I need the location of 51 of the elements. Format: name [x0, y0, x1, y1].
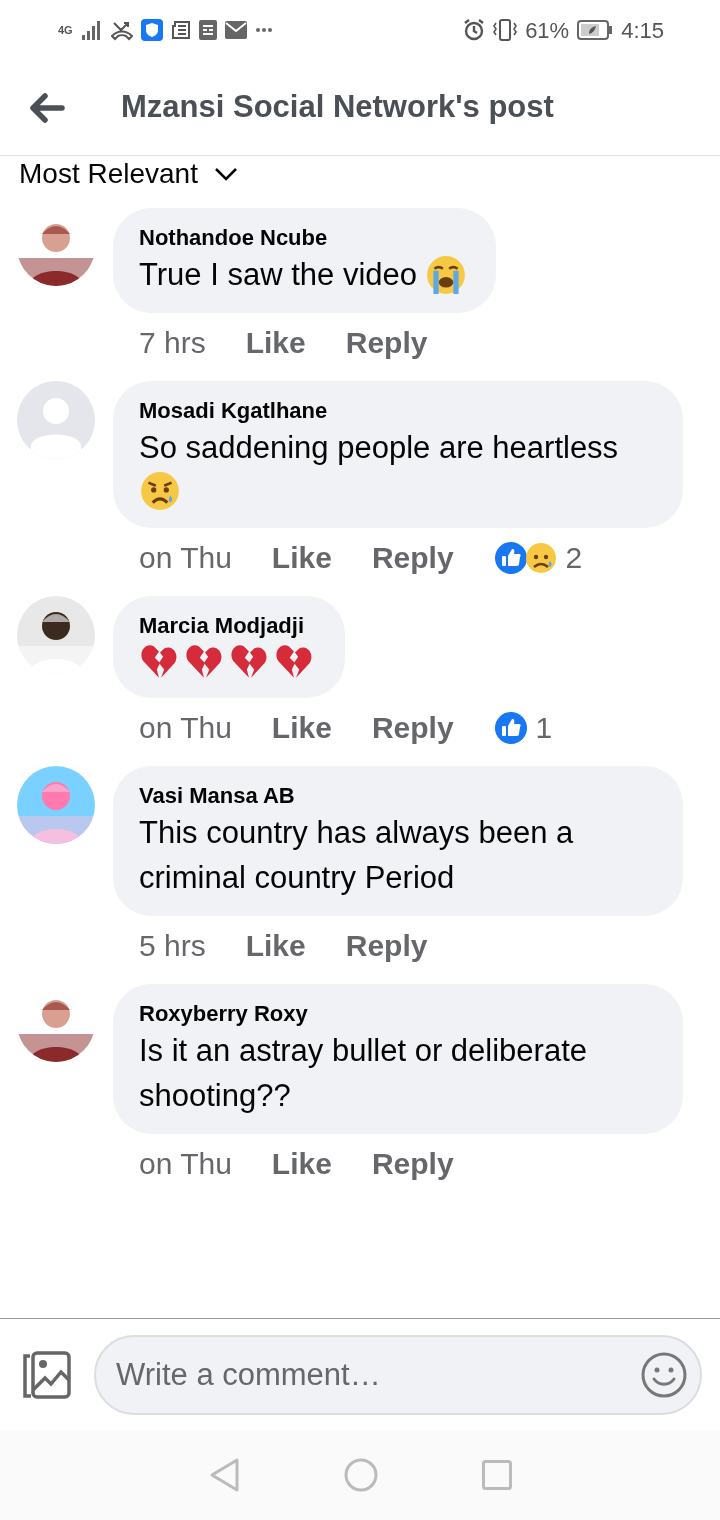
author-name[interactable]: Nothandoe Ncube: [139, 224, 470, 252]
signal-icon: [80, 20, 103, 40]
like-button[interactable]: Like: [271, 540, 332, 576]
document-icon: [198, 20, 217, 40]
missed-call-icon: [110, 19, 133, 41]
comment-text: Is it an astray bullet or deliberate shooting??: [139, 1032, 589, 1115]
thumbs-up-icon: [493, 711, 528, 745]
comment-text: So saddening people are heartless: [139, 429, 619, 467]
alarm-icon: [463, 19, 486, 41]
photo-gallery-icon[interactable]: [20, 1349, 72, 1400]
page-title: Mzansi Social Network's post: [121, 88, 554, 127]
sad-face-icon: [523, 541, 558, 575]
clock-time: 4:15: [621, 16, 664, 45]
battery-percent: 61%: [525, 16, 570, 45]
comment-time: on Thu: [139, 1146, 232, 1182]
like-button[interactable]: Like: [245, 928, 306, 964]
reply-button[interactable]: Reply: [371, 1146, 454, 1182]
mail-icon: [224, 21, 247, 39]
chevron-down-icon: [213, 167, 238, 181]
like-button[interactable]: Like: [245, 325, 306, 361]
thumbs-up-icon: [493, 541, 528, 575]
sort-dropdown[interactable]: Most Relevant: [19, 156, 198, 192]
author-name[interactable]: Marcia Modjadji: [139, 612, 319, 640]
like-button[interactable]: Like: [271, 710, 332, 746]
network-label: 4G: [58, 22, 73, 38]
sad-face-icon: [139, 470, 181, 512]
comment-time: 5 hrs: [139, 928, 206, 964]
reply-button[interactable]: Reply: [371, 710, 454, 746]
like-button[interactable]: Like: [271, 1146, 332, 1182]
comment-time: on Thu: [139, 540, 232, 576]
more-icon: [254, 27, 273, 33]
author-name[interactable]: Mosadi Kgatlhane: [139, 397, 657, 425]
reaction-count[interactable]: 1: [535, 710, 553, 746]
reply-button[interactable]: Reply: [371, 540, 454, 576]
crying-face-icon: [425, 253, 467, 296]
vibrate-icon: [493, 19, 518, 41]
reaction-count[interactable]: 2: [565, 540, 583, 576]
comment-text: This country has always been a criminal country Period: [139, 814, 575, 897]
reply-button[interactable]: Reply: [345, 928, 428, 964]
news-icon: [170, 20, 191, 40]
reply-button[interactable]: Reply: [345, 325, 428, 361]
author-name[interactable]: Vasi Mansa AB: [139, 782, 657, 810]
comment-time: 7 hrs: [139, 325, 206, 361]
author-name[interactable]: Roxyberry Roxy: [139, 1000, 657, 1028]
comment-field[interactable]: Write a comment…: [94, 1334, 702, 1415]
shield-icon: [140, 19, 163, 41]
battery-icon: [577, 20, 614, 40]
back-button[interactable]: [28, 92, 66, 123]
comment-time: on Thu: [139, 710, 232, 746]
comment-text: True I saw the video: [139, 256, 417, 294]
emoji-icon[interactable]: [640, 1350, 688, 1399]
